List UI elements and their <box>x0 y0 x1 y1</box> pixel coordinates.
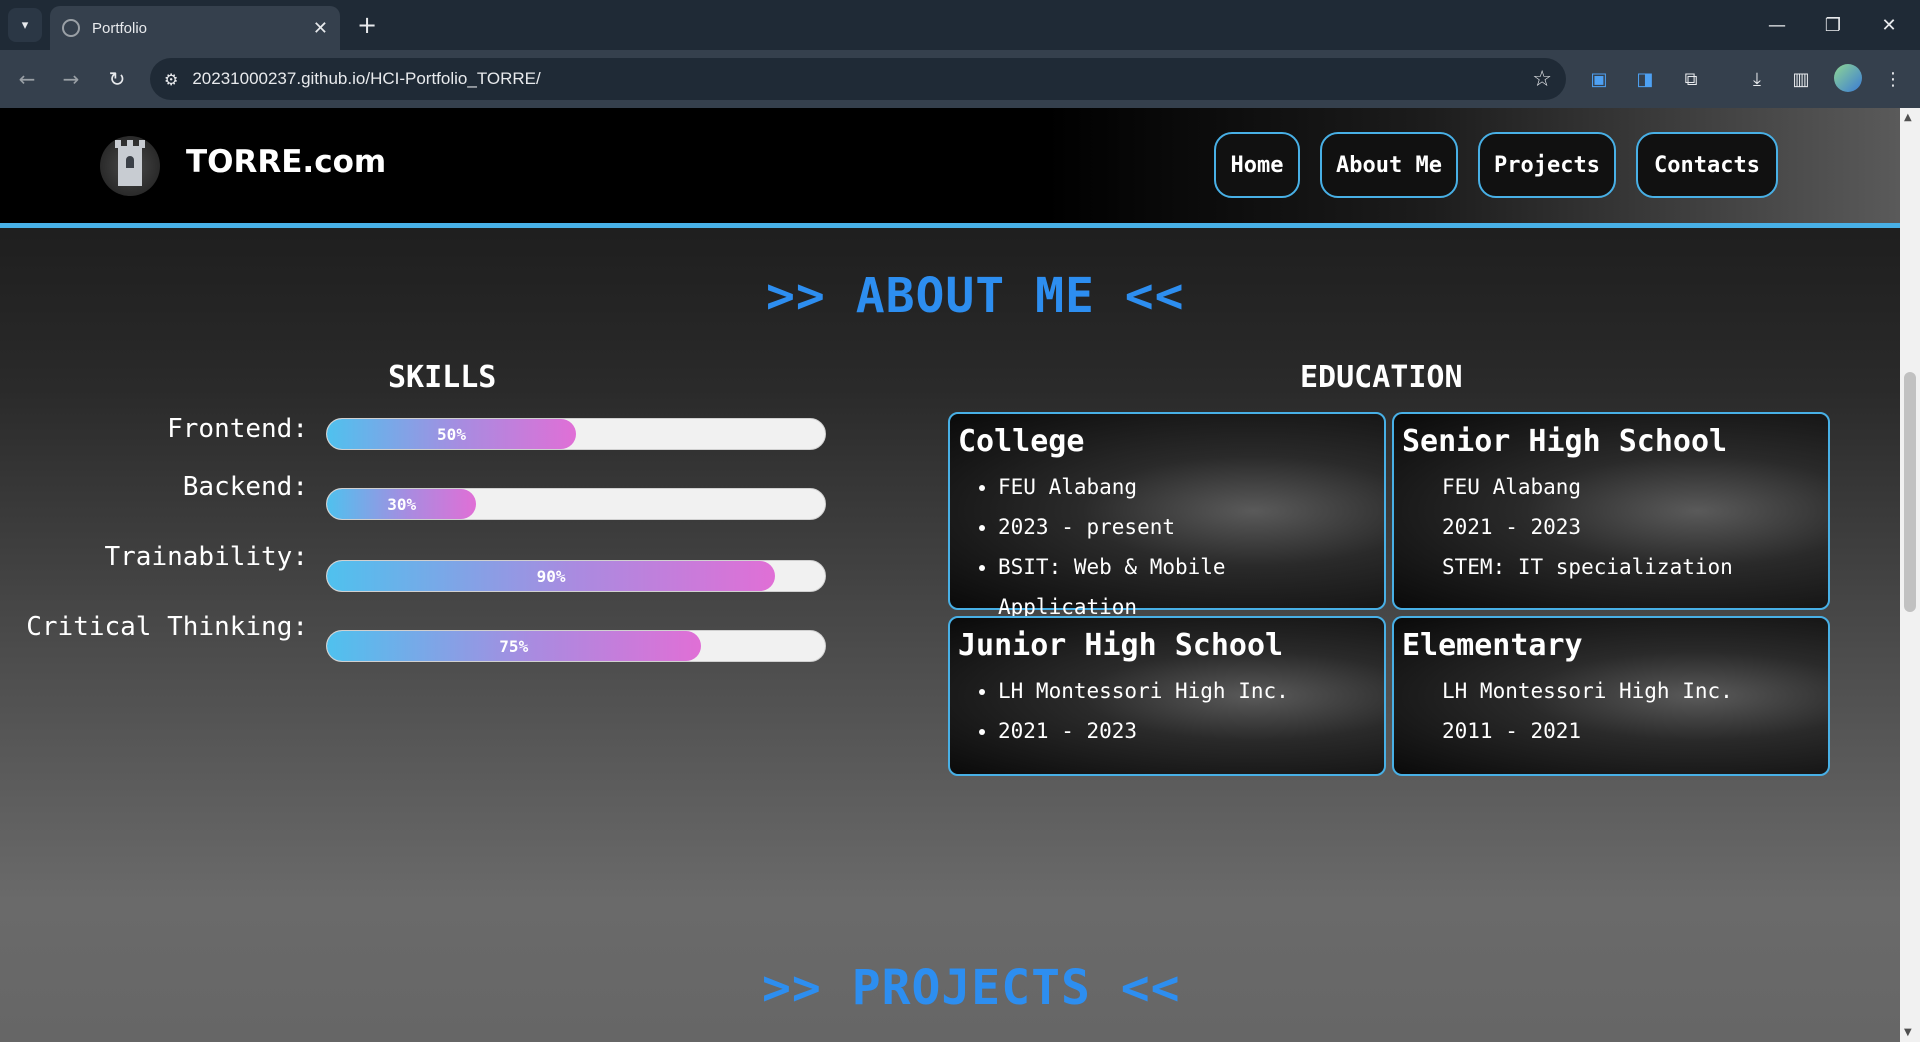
extension-icon[interactable]: ◨ <box>1630 64 1660 94</box>
site-info-icon[interactable]: ⚙ <box>164 70 178 89</box>
education-item: 2021 - 2023 <box>998 711 1376 751</box>
globe-icon <box>62 19 80 37</box>
scroll-up-arrow-icon[interactable]: ▲ <box>1904 112 1912 123</box>
site-header: TORRE.com Home About Me Projects Contact… <box>0 108 1900 228</box>
education-item: 2021 - 2023 <box>1442 515 1582 539</box>
bookmark-star-icon[interactable]: ☆ <box>1532 67 1552 92</box>
skill-fill: 75% <box>327 631 701 661</box>
side-panel-icon[interactable]: ▥ <box>1786 64 1816 94</box>
skill-bar-backend: 30% <box>326 488 826 520</box>
browser-toolbar: ← → ↻ ⚙ 20231000237.github.io/HCI-Portfo… <box>0 50 1920 108</box>
skills-heading: SKILLS <box>388 360 497 395</box>
nav-about-me[interactable]: About Me <box>1320 132 1458 198</box>
forward-button[interactable]: → <box>56 64 86 94</box>
education-item: LH Montessori High Inc. <box>998 671 1376 711</box>
nav-home[interactable]: Home <box>1214 132 1300 198</box>
restore-button[interactable]: ❐ <box>1810 10 1856 40</box>
education-card-title: College <box>958 424 1085 459</box>
skill-label: Frontend: <box>167 414 308 444</box>
education-item: BSIT: Web & Mobile Application <box>998 547 1376 627</box>
scroll-down-arrow-icon[interactable]: ▼ <box>1904 1027 1912 1038</box>
education-item: FEU Alabang <box>1442 475 1582 499</box>
back-button[interactable]: ← <box>12 64 42 94</box>
skill-label: Backend: <box>182 472 308 502</box>
tab-search-button[interactable]: ▾ <box>8 8 42 42</box>
tower-logo-icon[interactable] <box>100 136 160 196</box>
about-me-title: >> ABOUT ME << <box>766 268 1185 324</box>
reload-button[interactable]: ↻ <box>102 64 132 94</box>
education-item: STEM: IT specialization <box>1442 555 1733 579</box>
education-card-senior-high: Senior High School FEU Alabang 2021 - 20… <box>1392 412 1830 610</box>
address-bar[interactable]: ⚙ 20231000237.github.io/HCI-Portfolio_TO… <box>150 58 1566 100</box>
skill-fill: 30% <box>327 489 477 519</box>
new-tab-button[interactable]: + <box>352 10 382 40</box>
profile-avatar[interactable] <box>1834 64 1862 92</box>
download-icon[interactable]: ⤓ <box>1742 64 1772 94</box>
page-scrollbar[interactable]: ▲ ▼ <box>1900 108 1920 1042</box>
skill-bar-frontend: 50% <box>326 418 826 450</box>
skill-fill: 50% <box>327 419 576 449</box>
education-card-title: Elementary <box>1402 628 1583 663</box>
browser-tab[interactable]: Portfolio ✕ <box>50 6 340 50</box>
nav-contacts[interactable]: Contacts <box>1636 132 1778 198</box>
close-icon[interactable]: ✕ <box>313 18 328 39</box>
skill-label: Critical Thinking: <box>26 612 308 642</box>
brand-name[interactable]: TORRE.com <box>186 144 386 180</box>
minimize-button[interactable]: — <box>1754 10 1800 40</box>
education-item: 2023 - present <box>998 507 1376 547</box>
nav-projects[interactable]: Projects <box>1478 132 1616 198</box>
education-card-college: College FEU Alabang 2023 - present BSIT:… <box>948 412 1386 619</box>
education-item: FEU Alabang <box>998 467 1376 507</box>
skill-label: Trainability: <box>104 542 309 572</box>
screenshot-extension-icon[interactable]: ▣ <box>1584 64 1614 94</box>
projects-title: >> PROJECTS << <box>762 960 1181 1016</box>
education-heading: EDUCATION <box>1300 360 1463 395</box>
education-card-elementary: Elementary LH Montessori High Inc. 2011 … <box>1392 616 1830 776</box>
skill-fill: 90% <box>327 561 776 591</box>
skill-bar-trainability: 90% <box>326 560 826 592</box>
window-close-button[interactable]: ✕ <box>1866 10 1912 40</box>
skill-bar-critical-thinking: 75% <box>326 630 826 662</box>
browser-tab-bar: ▾ Portfolio ✕ + — ❐ ✕ <box>0 0 1920 50</box>
education-card-junior-high: Junior High School LH Montessori High In… <box>948 616 1386 776</box>
page-viewport: TORRE.com Home About Me Projects Contact… <box>0 108 1900 1042</box>
url-text[interactable]: 20231000237.github.io/HCI-Portfolio_TORR… <box>192 69 1532 89</box>
education-item: 2011 - 2021 <box>1442 719 1582 743</box>
puzzle-icon[interactable]: ⧉ <box>1676 64 1706 94</box>
menu-icon[interactable]: ⋮ <box>1878 64 1908 94</box>
scrollbar-thumb[interactable] <box>1904 372 1916 612</box>
tab-title: Portfolio <box>92 19 148 37</box>
education-card-title: Junior High School <box>958 628 1284 663</box>
education-item: LH Montessori High Inc. <box>1442 679 1733 703</box>
education-card-title: Senior High School <box>1402 424 1728 459</box>
